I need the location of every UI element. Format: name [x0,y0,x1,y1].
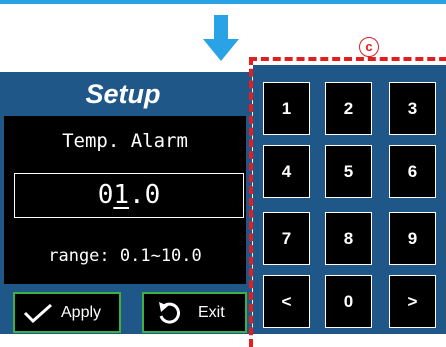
undo-icon [159,301,180,324]
top-accent-bar [0,0,446,4]
apply-button[interactable]: Apply [13,292,121,333]
key-6[interactable]: 6 [389,145,436,198]
key-3[interactable]: 3 [389,82,436,135]
key-7[interactable]: 7 [263,212,310,265]
value-prefix: 0 [97,180,114,210]
arrow-down-icon [203,15,239,61]
check-icon [23,303,52,323]
key-2[interactable]: 2 [325,82,372,135]
key-8[interactable]: 8 [325,212,372,265]
range-label: range: 0.1~10.0 [48,246,202,266]
value-suffix: .0 [129,180,161,210]
callout-marker: c [359,37,379,57]
exit-button-label: Exit [198,303,225,321]
value-input[interactable]: 01.0 [14,173,244,218]
page-title: Setup [85,79,161,109]
key-9[interactable]: 9 [389,212,436,265]
key-1[interactable]: 1 [263,82,310,135]
key-0[interactable]: 0 [325,275,372,328]
value-cursor-digit: 1 [113,180,129,210]
key-5[interactable]: 5 [325,145,372,198]
key-4[interactable]: 4 [263,145,310,198]
apply-button-label: Apply [61,303,102,321]
key-backspace[interactable]: < [263,275,310,328]
exit-button[interactable]: Exit [142,292,247,333]
parameter-label: Temp. Alarm [62,130,188,152]
key-forward[interactable]: > [389,275,436,328]
